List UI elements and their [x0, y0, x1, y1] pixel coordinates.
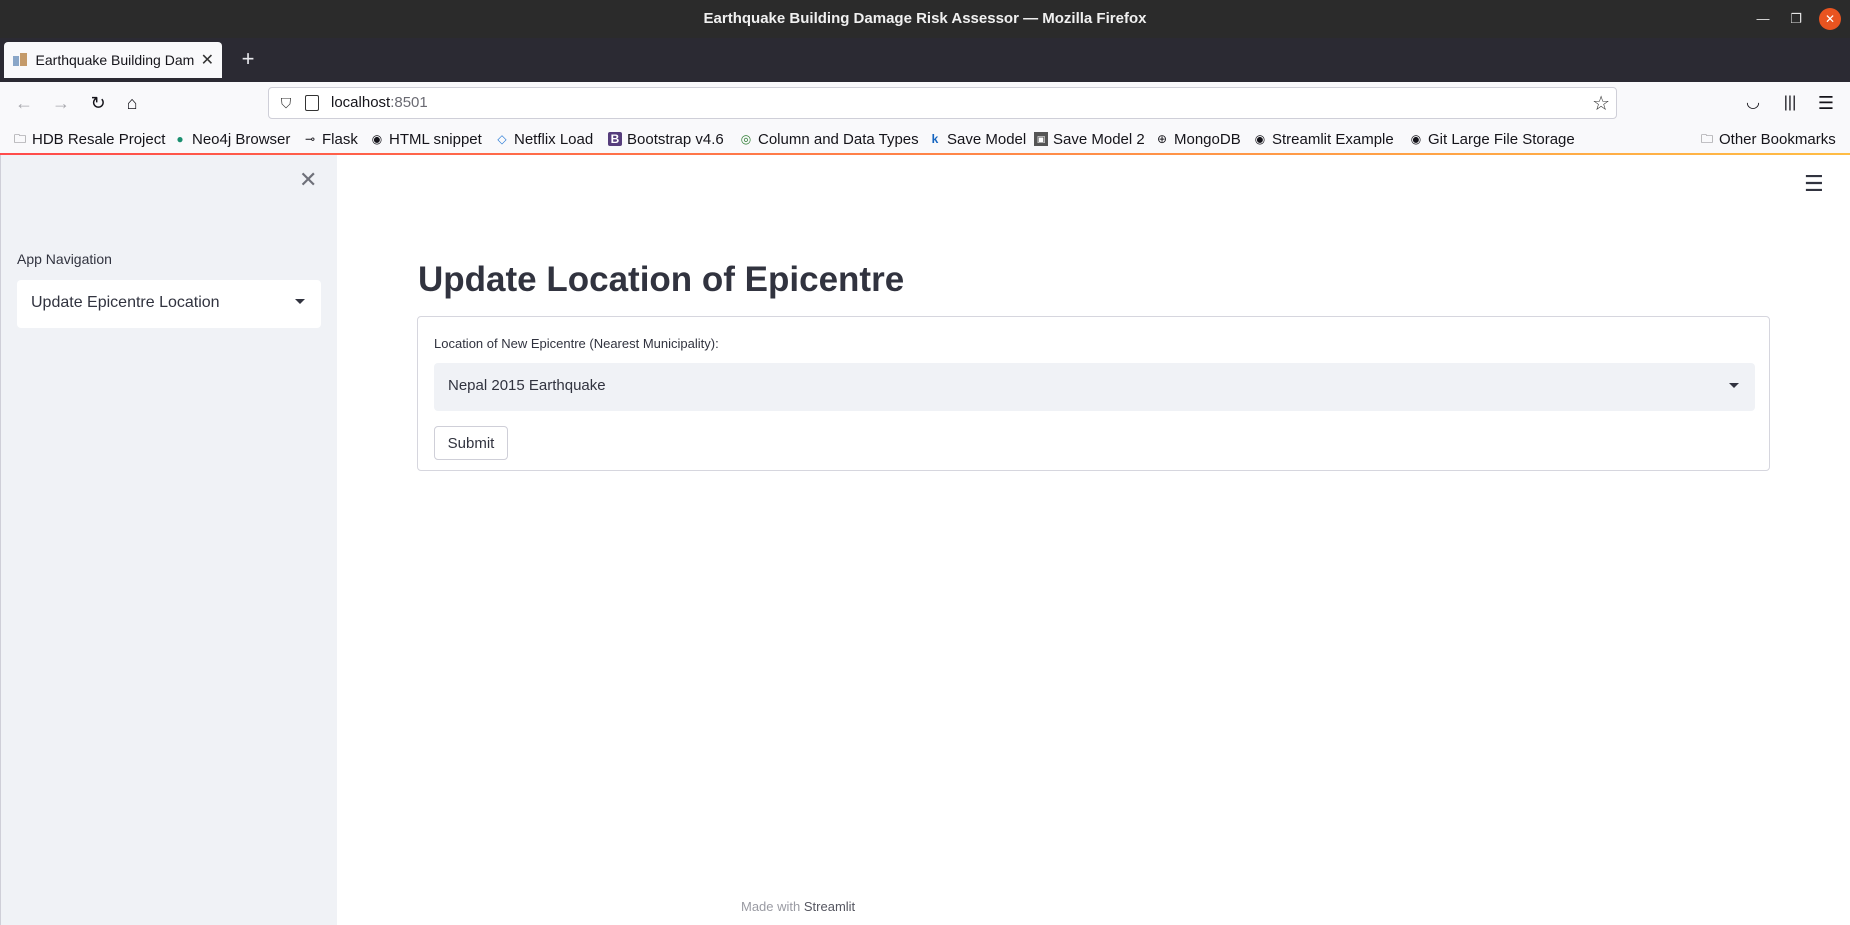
bookmark-label: Netflix Load: [514, 130, 594, 148]
minimize-icon[interactable]: —: [1752, 8, 1774, 30]
library-icon[interactable]: |||: [1778, 91, 1802, 115]
bookmark-item[interactable]: k Save Model: [928, 129, 1027, 149]
app-menu-icon[interactable]: ☰: [1814, 91, 1838, 115]
tab-title: Earthquake Building Dam: [35, 52, 195, 68]
globe-icon: ⊕: [1156, 132, 1168, 146]
folder-icon: 🗀: [1700, 132, 1713, 146]
flask-icon: ⊸: [304, 132, 316, 146]
browser-tab[interactable]: Earthquake Building Dam ✕: [4, 42, 222, 78]
new-tab-icon[interactable]: +: [236, 48, 260, 72]
maximize-icon[interactable]: ❐: [1785, 8, 1807, 30]
bookmark-star-icon[interactable]: ☆: [1592, 91, 1610, 116]
url-bar[interactable]: ⛉ localhost:8501 ☆: [268, 87, 1617, 119]
bookmarks-toolbar: 🗀 HDB Resale Project ● Neo4j Browser ⊸ Flas…: [0, 124, 1850, 154]
window-title: Earthquake Building Damage Risk Assessor…: [703, 10, 1147, 27]
epicentre-select[interactable]: Nepal 2015 Earthquake: [434, 363, 1755, 411]
bookmark-item[interactable]: ◉ HTML snippet: [370, 129, 482, 149]
epicentre-select-value: Nepal 2015 Earthquake: [448, 377, 606, 394]
bookmark-label: Column and Data Types: [758, 130, 919, 148]
tracking-shield-icon[interactable]: ⛉: [277, 94, 295, 112]
bookmark-label: HDB Resale Project: [32, 130, 166, 148]
folder-icon: 🗀: [13, 132, 26, 146]
footer: Made with Streamlit: [741, 899, 855, 914]
neo4j-icon: ●: [176, 132, 184, 146]
footer-brand-link[interactable]: Streamlit: [804, 899, 855, 914]
bookmark-item[interactable]: 🗀 HDB Resale Project: [13, 129, 165, 149]
github-icon: ◉: [371, 132, 383, 146]
other-bookmarks-label: Other Bookmarks: [1719, 130, 1836, 148]
tab-close-icon[interactable]: ✕: [201, 50, 214, 70]
page-info-icon[interactable]: [305, 95, 319, 111]
bookmark-label: Bootstrap v4.6: [627, 130, 724, 148]
bookmark-label: Streamlit Example: [1272, 130, 1394, 148]
submit-button[interactable]: Submit: [434, 426, 508, 460]
epicentre-field-label: Location of New Epicentre (Nearest Munic…: [434, 336, 719, 351]
url-host: localhost: [331, 94, 391, 111]
url-port: :8501: [390, 94, 428, 111]
tab-favicon-icon: [12, 53, 28, 67]
target-icon: ◎: [740, 132, 752, 146]
main-content: ☰ Update Location of Epicentre Location …: [337, 155, 1850, 925]
other-bookmarks[interactable]: 🗀 Other Bookmarks: [1700, 129, 1836, 149]
bookmark-item[interactable]: B Bootstrap v4.6: [608, 129, 724, 149]
bookmark-label: Flask: [322, 130, 358, 148]
tab-strip: Earthquake Building Dam ✕ +: [0, 38, 1850, 82]
url-text[interactable]: localhost:8501: [331, 94, 428, 111]
bookmark-label: HTML snippet: [389, 130, 482, 148]
bookmark-item[interactable]: ⊸ Flask: [303, 129, 358, 149]
bookmark-item[interactable]: ⊕ MongoDB: [1155, 129, 1241, 149]
window-close-icon[interactable]: ✕: [1819, 8, 1841, 30]
bookmark-label: Git Large File Storage: [1428, 130, 1575, 148]
bookmark-item[interactable]: ▣ Save Model 2: [1034, 129, 1145, 149]
nav-label: App Navigation: [17, 251, 112, 267]
footer-prefix: Made with: [741, 899, 801, 914]
nav-select-value: Update Epicentre Location: [31, 294, 220, 311]
code-icon: ◇: [497, 132, 507, 146]
hamburger-menu-icon[interactable]: ☰: [1804, 171, 1824, 197]
github-icon: ◉: [1410, 132, 1422, 146]
bookmark-label: Save Model 2: [1053, 130, 1145, 148]
pocket-icon[interactable]: ◡: [1741, 91, 1765, 115]
k-icon: k: [931, 132, 939, 146]
page-title: Update Location of Epicentre: [418, 260, 905, 299]
nav-toolbar: ← → ↻ ⌂ ⛉ localhost:8501 ☆ ◡ ||| ☰: [0, 82, 1850, 124]
bookmark-label: MongoDB: [1174, 130, 1241, 148]
nav-select[interactable]: Update Epicentre Location: [17, 280, 321, 328]
chevron-down-icon: [1729, 383, 1739, 388]
bookmark-label: Save Model: [947, 130, 1027, 148]
screen: Earthquake Building Damage Risk Assessor…: [0, 0, 1850, 925]
back-icon[interactable]: ←: [12, 91, 36, 115]
sidebar-close-icon[interactable]: ✕: [299, 167, 317, 193]
home-icon[interactable]: ⌂: [120, 91, 144, 115]
sidebar: ✕ App Navigation Update Epicentre Locati…: [0, 155, 337, 925]
bootstrap-icon: B: [608, 132, 622, 146]
bookmark-item[interactable]: ◎ Column and Data Types: [739, 129, 919, 149]
github-icon: ◉: [1254, 132, 1266, 146]
chevron-down-icon: [295, 299, 305, 304]
bookmark-item[interactable]: ● Neo4j Browser: [173, 129, 290, 149]
epicentre-form: Location of New Epicentre (Nearest Munic…: [417, 316, 1770, 471]
forward-icon[interactable]: →: [49, 91, 73, 115]
window-titlebar: Earthquake Building Damage Risk Assessor…: [0, 0, 1850, 38]
bookmark-item[interactable]: ◇ Netflix Load: [495, 129, 593, 149]
reload-icon[interactable]: ↻: [86, 91, 110, 115]
bookmark-item[interactable]: ◉ Git Large File Storage: [1409, 129, 1575, 149]
bookmark-label: Neo4j Browser: [192, 130, 291, 148]
bookmark-item[interactable]: ◉ Streamlit Example: [1253, 129, 1394, 149]
image-icon: ▣: [1034, 132, 1048, 146]
